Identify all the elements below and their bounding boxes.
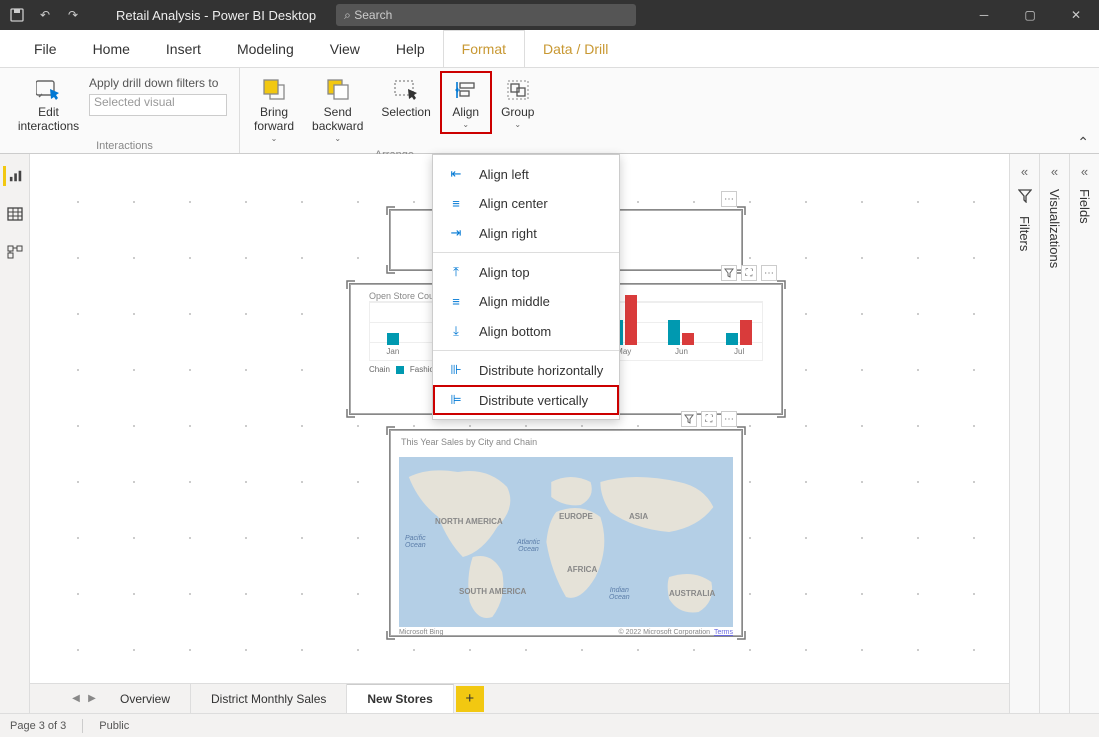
dropdown-separator	[433, 252, 619, 253]
align-button[interactable]: Align ⌄	[441, 72, 491, 133]
map-copyright: © 2022 Microsoft Corporation	[619, 629, 711, 636]
pane-label: Visualizations	[1047, 189, 1062, 268]
visual-options-icon[interactable]: ⋯	[761, 265, 777, 281]
tab-modeling[interactable]: Modeling	[219, 31, 312, 67]
page-indicator: Page 3 of 3	[10, 720, 66, 732]
page-tab-overview[interactable]: Overview	[100, 684, 191, 713]
tab-insert[interactable]: Insert	[148, 31, 219, 67]
redo-icon[interactable]: ↷	[66, 8, 80, 22]
tab-format[interactable]: Format	[443, 30, 525, 67]
align-bottom-icon: ⤓	[447, 323, 465, 339]
map-attribution: Microsoft Bing	[399, 629, 443, 636]
pane-label: Fields	[1077, 189, 1092, 224]
page-tab-newstores[interactable]: New Stores	[347, 684, 453, 713]
group-icon	[506, 76, 530, 104]
undo-icon[interactable]: ↶	[38, 8, 52, 22]
chevron-down-icon: ⌄	[334, 134, 341, 143]
align-right-icon: ⇥	[447, 225, 465, 241]
ribbon-btn-label: Edit interactions	[18, 106, 79, 134]
expand-icon[interactable]: «	[1021, 164, 1028, 179]
page-tabs: ◀ ▶ Overview District Monthly Sales New …	[30, 683, 1009, 713]
view-rail	[0, 154, 30, 713]
status-bar: Page 3 of 3 Public	[0, 713, 1099, 737]
bring-forward-icon	[262, 76, 286, 104]
align-right-item[interactable]: ⇥Align right	[433, 218, 619, 248]
bring-forward-button[interactable]: Bring forward ⌄	[246, 72, 302, 147]
send-backward-icon	[326, 76, 350, 104]
align-dropdown: ⇤Align left ≡Align center ⇥Align right ⤒…	[432, 154, 620, 420]
page-tab-district[interactable]: District Monthly Sales	[191, 684, 347, 713]
window-minimize[interactable]: ─	[961, 0, 1007, 30]
align-center-icon: ≡	[447, 196, 465, 211]
filters-pane-collapsed[interactable]: « Filters	[1009, 154, 1039, 713]
distribute-vertical-item[interactable]: ⊫Distribute vertically	[433, 385, 619, 415]
align-top-item[interactable]: ⤒Align top	[433, 257, 619, 287]
visualizations-pane-collapsed[interactable]: « Visualizations	[1039, 154, 1069, 713]
drill-filters-label: Apply drill down filters to	[83, 72, 233, 90]
filter-icon	[1018, 189, 1032, 206]
page-next-icon[interactable]: ▶	[84, 693, 100, 704]
align-bottom-item[interactable]: ⤓Align bottom	[433, 316, 619, 346]
chevron-down-icon: ⌄	[462, 120, 469, 129]
title-bar: ↶ ↷ Retail Analysis - Power BI Desktop ⌕…	[0, 0, 1099, 30]
selection-icon	[393, 76, 419, 104]
search-icon: ⌕	[344, 8, 351, 23]
distribute-vertical-icon: ⊫	[447, 392, 465, 408]
tab-home[interactable]: Home	[75, 31, 148, 67]
align-center-item[interactable]: ≡Align center	[433, 189, 619, 218]
visual-options-icon[interactable]: ⋯	[721, 191, 737, 207]
ribbon-group-label: Interactions	[16, 138, 233, 156]
map-terms-link[interactable]: Terms	[714, 629, 733, 636]
expand-icon[interactable]: «	[1051, 164, 1058, 179]
drill-filters-select[interactable]: Selected visual	[89, 94, 227, 116]
edit-interactions-icon	[36, 76, 62, 104]
window-maximize[interactable]: ▢	[1007, 0, 1053, 30]
window-close[interactable]: ✕	[1053, 0, 1099, 30]
chevron-down-icon: ⌄	[271, 134, 278, 143]
focus-icon[interactable]: ⛶	[701, 411, 717, 427]
align-top-icon: ⤒	[447, 264, 465, 280]
model-view-icon[interactable]	[5, 242, 25, 262]
selection-button[interactable]: Selection	[373, 72, 438, 124]
align-icon	[454, 76, 478, 104]
access-level: Public	[99, 720, 129, 732]
data-view-icon[interactable]	[5, 204, 25, 224]
page-prev-icon[interactable]: ◀	[68, 693, 84, 704]
chevron-down-icon: ⌄	[514, 120, 521, 129]
align-left-item[interactable]: ⇤Align left	[433, 159, 619, 189]
send-backward-button[interactable]: Send backward ⌄	[304, 72, 371, 147]
distribute-horizontal-icon: ⊪	[447, 362, 465, 378]
align-middle-icon: ≡	[447, 294, 465, 309]
tab-file[interactable]: File	[16, 31, 75, 67]
expand-icon[interactable]: «	[1081, 164, 1088, 179]
map-title: This Year Sales by City and Chain	[391, 431, 741, 453]
dropdown-separator	[433, 350, 619, 351]
ribbon-tabs: File Home Insert Modeling View Help Form…	[0, 30, 1099, 68]
map-area: NORTH AMERICA SOUTH AMERICA EUROPE AFRIC…	[399, 457, 733, 627]
save-icon[interactable]	[10, 8, 24, 22]
focus-icon[interactable]: ⛶	[741, 265, 757, 281]
filter-icon[interactable]	[681, 411, 697, 427]
pane-label: Filters	[1017, 216, 1032, 251]
search-box[interactable]: ⌕ Search	[336, 4, 636, 26]
filter-icon[interactable]	[721, 265, 737, 281]
visual-options-icon[interactable]: ⋯	[721, 411, 737, 427]
fields-pane-collapsed[interactable]: « Fields	[1069, 154, 1099, 713]
distribute-horizontal-item[interactable]: ⊪Distribute horizontally	[433, 355, 619, 385]
app-title: Retail Analysis - Power BI Desktop	[94, 8, 316, 23]
tab-view[interactable]: View	[312, 31, 378, 67]
tab-help[interactable]: Help	[378, 31, 443, 67]
tab-data-drill[interactable]: Data / Drill	[525, 31, 626, 67]
report-view-icon[interactable]	[3, 166, 23, 186]
page-add-button[interactable]: +	[456, 686, 484, 712]
legend-axis: Chain	[369, 365, 390, 374]
align-middle-item[interactable]: ≡Align middle	[433, 287, 619, 316]
edit-interactions-button[interactable]: Edit interactions	[16, 72, 81, 138]
ribbon: Edit interactions Apply drill down filte…	[0, 68, 1099, 154]
collapse-ribbon-icon[interactable]: ⌃	[1077, 134, 1089, 151]
map-visual[interactable]: ⛶ ⋯ This Year Sales by City and Chain NO…	[390, 430, 742, 636]
align-left-icon: ⇤	[447, 166, 465, 182]
search-placeholder: Search	[354, 8, 392, 22]
group-button[interactable]: Group ⌄	[493, 72, 543, 133]
